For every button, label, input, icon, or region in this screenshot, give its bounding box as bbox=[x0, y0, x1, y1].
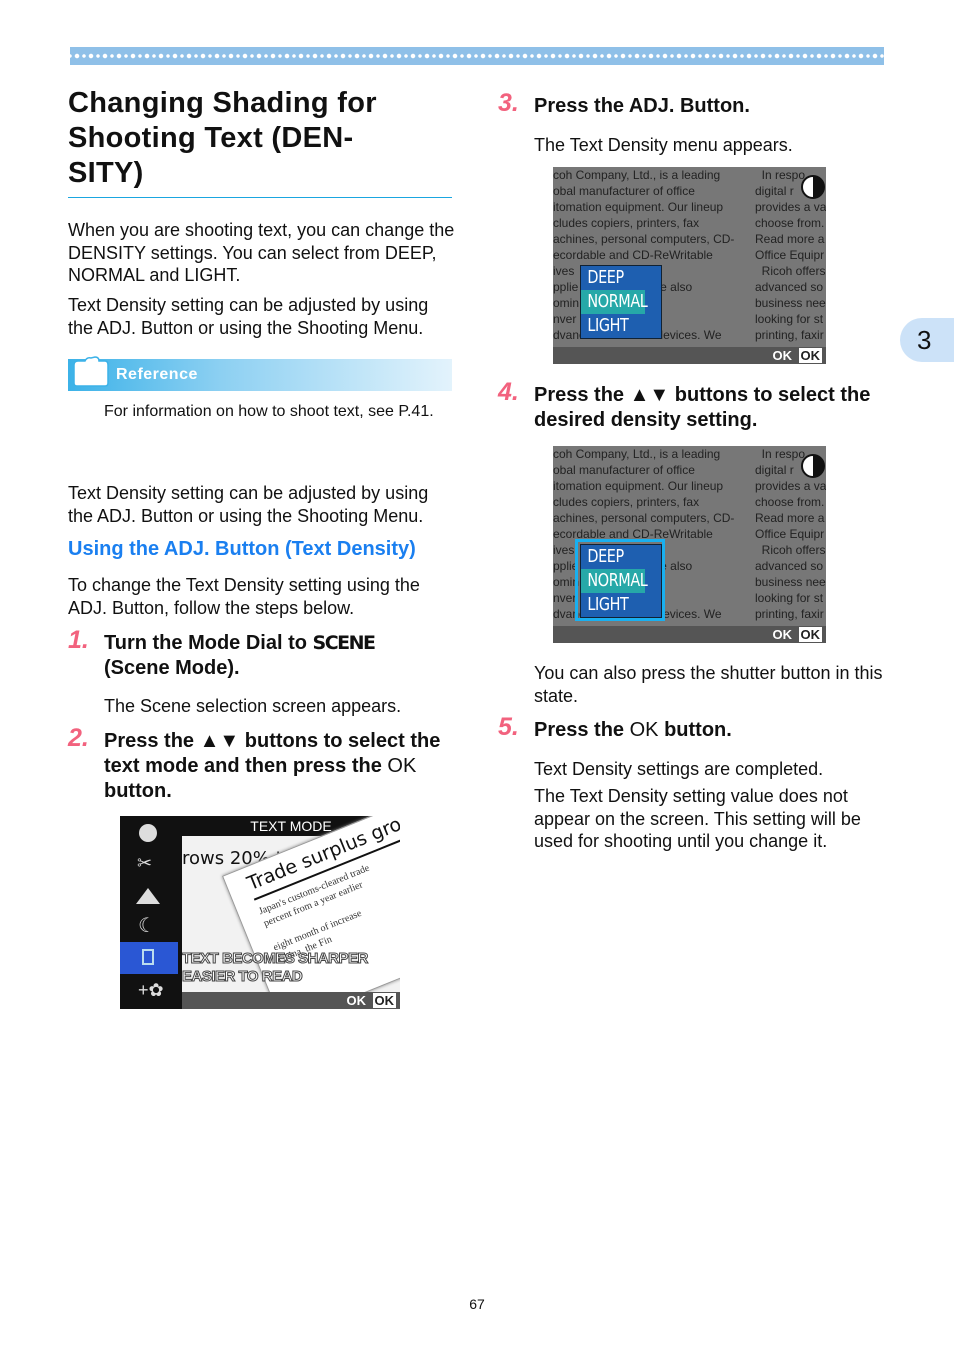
chapter-tab[interactable]: 3 bbox=[900, 318, 954, 362]
screen-caption: TEXT BECOMES SHARPER EASIER TO READ bbox=[182, 950, 369, 986]
portrait-icon bbox=[139, 824, 157, 842]
reference-text: For information on how to shoot text, se… bbox=[104, 403, 434, 420]
ok-symbol: OK bbox=[387, 755, 417, 777]
ok-label: OK bbox=[772, 348, 793, 363]
repeat-paragraph: Text Density setting can be adjusted by … bbox=[68, 483, 429, 526]
step-number: 1. bbox=[68, 626, 89, 654]
screen-footer: OK OK bbox=[553, 626, 826, 643]
density-option-deep[interactable]: DEEP bbox=[581, 266, 645, 290]
ok-label: OK bbox=[772, 627, 793, 642]
step-number: 3. bbox=[498, 89, 519, 117]
folder-icon bbox=[73, 356, 109, 387]
density-option-light[interactable]: LIGHT bbox=[581, 593, 645, 617]
section-heading: Using the ADJ. Button (Text Density) bbox=[68, 538, 416, 560]
header-decoration-band bbox=[70, 47, 884, 65]
sports-icon: ✂ bbox=[137, 853, 153, 873]
density-menu: DEEP NORMAL LIGHT bbox=[580, 265, 662, 339]
scene-mode-symbol: SCENE bbox=[312, 632, 377, 654]
scene-selection-screenshot: ✂ ☾ +✿ TEXT MODE rows 20% t Trade surplu… bbox=[120, 816, 400, 1009]
step-body: Text Density settings are completed. bbox=[534, 759, 824, 779]
density-menu: DEEP NORMAL LIGHT bbox=[580, 544, 662, 618]
step-body: The Text Density menu appears. bbox=[534, 135, 793, 155]
density-menu-screenshot: coh Company, Ltd., is a leading obal man… bbox=[553, 167, 826, 364]
step-title: Press the ▲▼ buttons to select the desir… bbox=[534, 384, 871, 431]
screen-footer: OK OK bbox=[182, 992, 400, 1009]
density-option-normal[interactable]: NORMAL bbox=[581, 290, 648, 314]
high-sensitivity-icon: +✿ bbox=[138, 980, 164, 1000]
ok-button-icon: OK bbox=[798, 627, 822, 642]
step-title: Press the ▲▼ buttons to select the text … bbox=[104, 730, 441, 802]
up-down-arrows-icon: ▲▼ bbox=[629, 384, 670, 406]
step-title: Press the OK button. bbox=[534, 719, 732, 741]
ok-label: OK bbox=[346, 993, 367, 1008]
step-body: The Text Density setting value does not … bbox=[534, 786, 861, 851]
step-body: You can also press the shutter button in… bbox=[534, 663, 883, 706]
reference-bar: Reference bbox=[68, 356, 452, 391]
step-number: 2. bbox=[68, 724, 89, 752]
density-option-deep[interactable]: DEEP bbox=[581, 545, 645, 569]
density-icon bbox=[801, 175, 825, 199]
density-icon bbox=[801, 454, 825, 478]
landscape-icon bbox=[136, 888, 160, 904]
step-number: 4. bbox=[498, 378, 519, 406]
step-number: 5. bbox=[498, 713, 519, 741]
ok-button-icon: OK bbox=[372, 993, 396, 1008]
page-title: Changing Shading for Shooting Text (DEN-… bbox=[68, 86, 452, 191]
intro-paragraph: Text Density setting can be adjusted by … bbox=[68, 295, 429, 338]
reference-label: Reference bbox=[116, 366, 198, 383]
page-title-line: Changing Shading for bbox=[68, 87, 377, 119]
density-select-screenshot: coh Company, Ltd., is a leading obal man… bbox=[553, 446, 826, 643]
scene-icon-list: ✂ ☾ +✿ bbox=[120, 816, 178, 1009]
step-title: Turn the Mode Dial to SCENE (Scene Mode)… bbox=[104, 632, 377, 679]
text-mode-preview: TEXT MODE rows 20% t Trade surplus gro J… bbox=[182, 816, 400, 1009]
section-intro: To change the Text Density setting using… bbox=[68, 575, 420, 618]
density-option-normal[interactable]: NORMAL bbox=[581, 569, 648, 593]
night-icon: ☾ bbox=[138, 915, 156, 937]
ok-symbol: OK bbox=[629, 719, 659, 741]
text-mode-icon bbox=[142, 949, 154, 965]
step-body: The Scene selection screen appears. bbox=[104, 696, 402, 716]
screen-footer: OK OK bbox=[553, 347, 826, 364]
scene-item-selected bbox=[120, 942, 178, 974]
page-title-line: SITY) bbox=[68, 157, 144, 189]
page-number: 67 bbox=[469, 1296, 485, 1312]
step-title: Press the ADJ. Button. bbox=[534, 95, 750, 117]
page-title-line: Shooting Text (DEN- bbox=[68, 122, 354, 154]
density-option-light[interactable]: LIGHT bbox=[581, 314, 645, 338]
ok-button-icon: OK bbox=[798, 348, 822, 363]
title-underline bbox=[68, 197, 452, 198]
intro-paragraph: When you are shooting text, you can chan… bbox=[68, 220, 455, 285]
up-down-arrows-icon: ▲▼ bbox=[199, 730, 240, 752]
